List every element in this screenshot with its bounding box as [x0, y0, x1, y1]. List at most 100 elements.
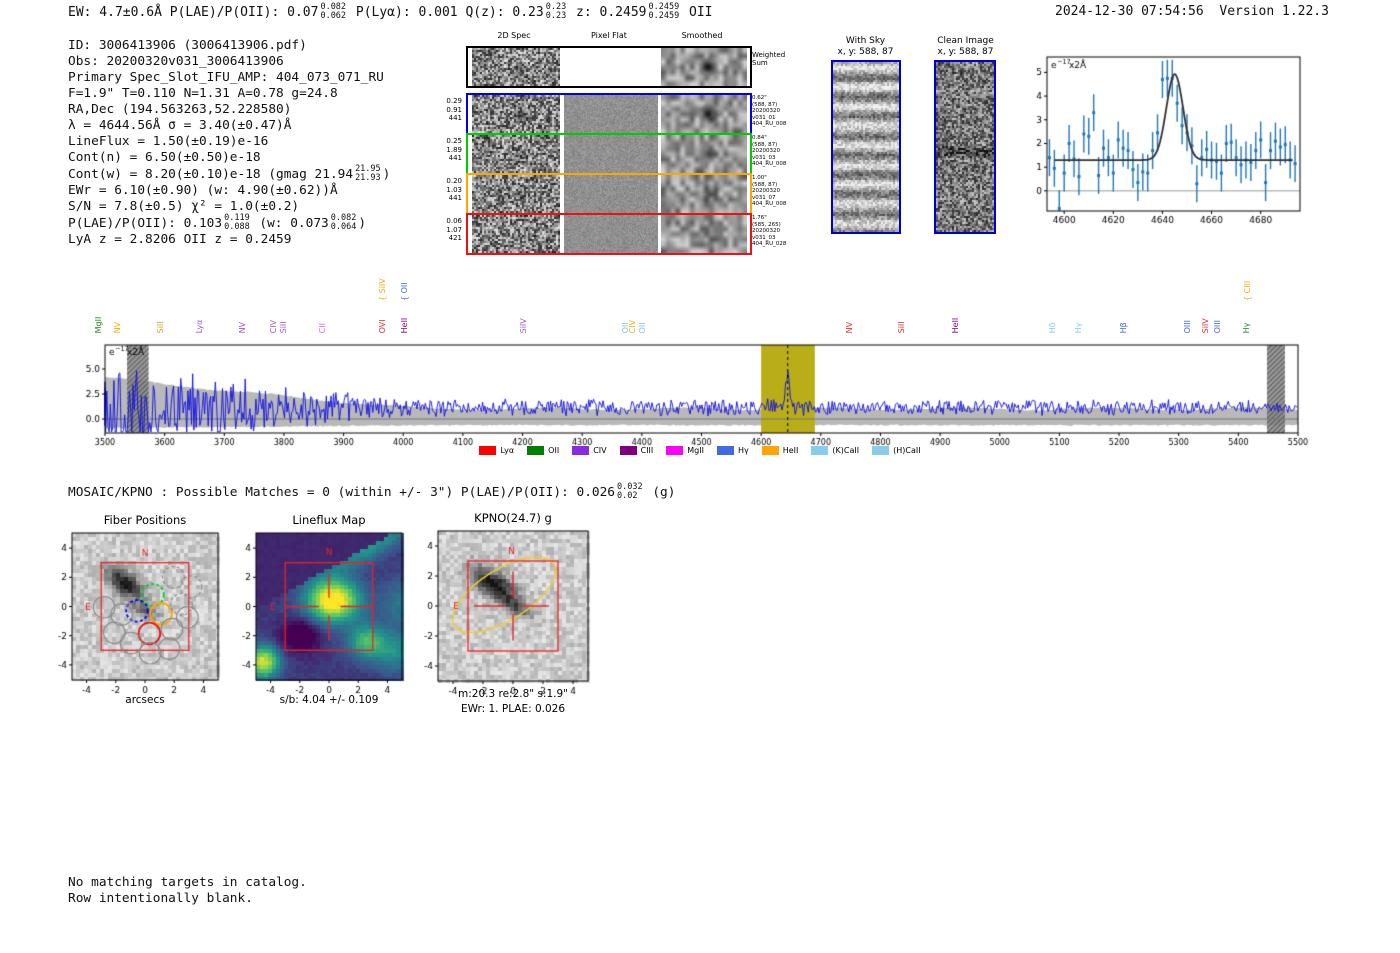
- legend-swatch: [572, 446, 590, 455]
- kpno-title: KPNO(24.7) g: [474, 511, 552, 525]
- clean-image-header: Clean Image x, y: 588, 87: [923, 36, 1008, 58]
- summary-8-text: ): [382, 167, 391, 182]
- legend-item-lyα: Lyα: [479, 446, 514, 455]
- stats-text: P(Lyα): 0.001 Q(z): 0.23: [348, 5, 544, 20]
- legend-swatch: [872, 446, 890, 455]
- legend-item-oii: OII: [527, 446, 559, 455]
- summary-11-uncertainty: 0.119 0.088: [224, 213, 250, 232]
- timestamp: 2024-12-30 07:54:56: [1055, 4, 1204, 19]
- spec2d-row-1: [466, 93, 752, 135]
- with-sky-cutout: [831, 60, 901, 234]
- footer-notes: No matching targets in catalog. Row inte…: [68, 875, 307, 907]
- summary-0-text: ID: 3006413906 (3006413906.pdf): [68, 38, 307, 53]
- match-text: MOSAIC/KPNO : Possible Matches = 0 (with…: [68, 485, 616, 500]
- with-sky-title: With Sky: [845, 36, 886, 46]
- spec2d-row-2: [466, 133, 752, 175]
- spec2d-row-3-spec: [472, 175, 560, 213]
- spec2d-row-4-flat: [564, 215, 658, 253]
- summary-10-text: S/N = 7.8(±0.5) χ² = 1.0(±0.2): [68, 199, 300, 214]
- spec2d-row-0-spec: [472, 48, 560, 86]
- legend-label: (K)CaII: [832, 446, 860, 455]
- spec2d-row-3-left-labels: 0.20 1.03 441: [446, 177, 462, 202]
- elixer-report-page: EW: 4.7±0.6Å P(LAE)/P(OII): 0.07 0.082 0.0…: [0, 0, 1400, 953]
- summary-line-11: P(LAE)/P(OII): 0.103 0.119 0.088 (w: 0.073…: [68, 213, 390, 232]
- legend-item-(h)caii: (H)CaII: [872, 446, 921, 455]
- summary-11-uncertainty: 0.082 0.064: [330, 213, 357, 232]
- summary-8-text: Cont(w) = 8.20(±0.10)e-18 (gmag 21.94: [68, 167, 354, 182]
- version-label: Version 1.22.3: [1219, 4, 1329, 19]
- spec2d-row-1-left-labels: 0.29 0.91 441: [446, 97, 462, 122]
- line-fit-inset-plot: [1030, 48, 1320, 228]
- summary-line-5: λ = 4644.56Å σ = 3.40(±0.47)Å: [68, 118, 390, 134]
- stats-uncertainty: 0.2459 0.2459: [648, 2, 680, 21]
- summary-line-8: Cont(w) = 8.20(±0.10)e-18 (gmag 21.94 21.…: [68, 164, 391, 183]
- summary-7-text: Cont(n) = 6.50(±0.50)e-18: [68, 150, 261, 165]
- footer-line-1: No matching targets in catalog.: [68, 875, 307, 890]
- kpno-plae-caption: EWr: 1. PLAE: 0.026: [460, 703, 566, 715]
- spec2d-row-2-smooth: [661, 135, 747, 173]
- with-sky-coords: x, y: 588, 87: [837, 47, 894, 57]
- header-stats-line: EW: 4.7±0.6Å P(LAE)/P(OII): 0.07 0.082 0.0…: [68, 2, 713, 21]
- summary-line-2: Primary Spec_Slot_IFU_AMP: 404_073_071_R…: [68, 70, 390, 86]
- spec2d-row-1-right-labels: 0.62" (588, 87) 20200320 v031_01 404_RU_008: [752, 95, 787, 127]
- stats-text: z: 0.2459: [568, 5, 647, 20]
- spec2d-row-0: [466, 46, 752, 88]
- col-header-smoothed: Smoothed: [681, 31, 723, 40]
- legend-swatch: [761, 446, 779, 455]
- match-text: (g): [644, 485, 676, 500]
- summary-11-text: (w: 0.073: [251, 216, 329, 231]
- spec2d-row-4-smooth: [661, 215, 747, 253]
- summary-line-7: Cont(n) = 6.50(±0.50)e-18: [68, 150, 390, 166]
- spec2d-row-3: [466, 173, 752, 215]
- summary-line-0: ID: 3006413906 (3006413906.pdf): [68, 38, 390, 54]
- col-header-pixel-flat: Pixel Flat: [591, 31, 627, 40]
- spec2d-row-2-left-labels: 0.25 1.89 441: [446, 137, 462, 162]
- legend-swatch: [666, 446, 684, 455]
- stats-text: EW: 4.7±0.6Å P(LAE)/P(OII): 0.07: [68, 5, 319, 20]
- summary-line-12: LyA z = 2.8206 OII z = 0.2459: [68, 232, 390, 248]
- legend-swatch: [619, 446, 637, 455]
- summary-line-4: RA,Dec (194.563263,52.228580): [68, 102, 390, 118]
- kpno-fit-caption: m:20.3 re:2.8" s:1.9": [458, 688, 568, 700]
- summary-line-1: Obs: 20200320v031_3006413906: [68, 54, 390, 70]
- legend-item-(k)caii: (K)CaII: [811, 446, 859, 455]
- summary-6-text: LineFlux = 1.50(±0.19)e-16: [68, 134, 269, 149]
- header-datetime-block: 2024-12-30 07:54:56 Version 1.22.3: [1055, 4, 1329, 19]
- catalog-match-line: MOSAIC/KPNO : Possible Matches = 0 (with…: [68, 483, 676, 501]
- legend-item-ciii: CIII: [619, 446, 654, 455]
- line-label-oii-10: { OII: [400, 282, 410, 301]
- stats-uncertainty: 0.23 0.23: [545, 2, 567, 21]
- spec2d-row-0-smooth: [661, 48, 747, 86]
- legend-item-civ: CIV: [572, 446, 607, 455]
- lineflux-map-plot: [242, 524, 414, 704]
- spec2d-row-1-flat: [564, 95, 658, 133]
- spec2d-row-4-spec: [472, 215, 560, 253]
- clean-image-title: Clean Image: [937, 36, 994, 46]
- legend-swatch: [479, 446, 497, 455]
- legend-item-mgii: MgII: [666, 446, 704, 455]
- with-sky-image: [833, 62, 899, 232]
- legend-swatch: [716, 446, 734, 455]
- spec2d-row-0-right-labels: Weighted Sum: [752, 51, 786, 67]
- clean-image-cutout: [934, 60, 996, 234]
- spec2d-row-2-flat: [564, 135, 658, 173]
- stats-uncertainty: 0.082 0.062: [320, 2, 347, 21]
- legend-label: OII: [548, 446, 560, 455]
- full-spectrum-plot: [62, 334, 1322, 460]
- fiber-positions-plot: [58, 524, 233, 704]
- spec2d-row-4: [466, 213, 752, 255]
- with-sky-header: With Sky x, y: 588, 87: [823, 36, 908, 58]
- spec2d-row-1-smooth: [661, 95, 747, 133]
- legend-label: (H)CaII: [893, 446, 921, 455]
- spec2d-row-4-right-labels: 1.76" (585, 265) 20200320 v031_03 404_RU_028: [752, 215, 787, 247]
- kpno-cutout-plot: [424, 524, 602, 706]
- fiber-positions-xlabel: arcsecs: [125, 694, 165, 706]
- spec2d-row-4-left-labels: 0.06 1.07 421: [446, 217, 462, 242]
- legend-label: CIII: [640, 446, 654, 455]
- detection-summary-block: ID: 3006413906 (3006413906.pdf) Obs: 2020…: [68, 38, 390, 248]
- spectrum-legend: Lyα OII CIV CIII MgII Hγ HeII (K)CaII (H)CaII: [420, 446, 980, 455]
- spec2d-row-3-right-labels: 1.00" (588, 87) 20200320 v031_07 404_RU_008: [752, 175, 787, 207]
- summary-8-uncertainty: 21.95 21.93: [355, 164, 381, 183]
- legend-label: MgII: [687, 446, 704, 455]
- lineflux-sb-label: s/b: 4.04 +/- 0.109: [279, 694, 379, 706]
